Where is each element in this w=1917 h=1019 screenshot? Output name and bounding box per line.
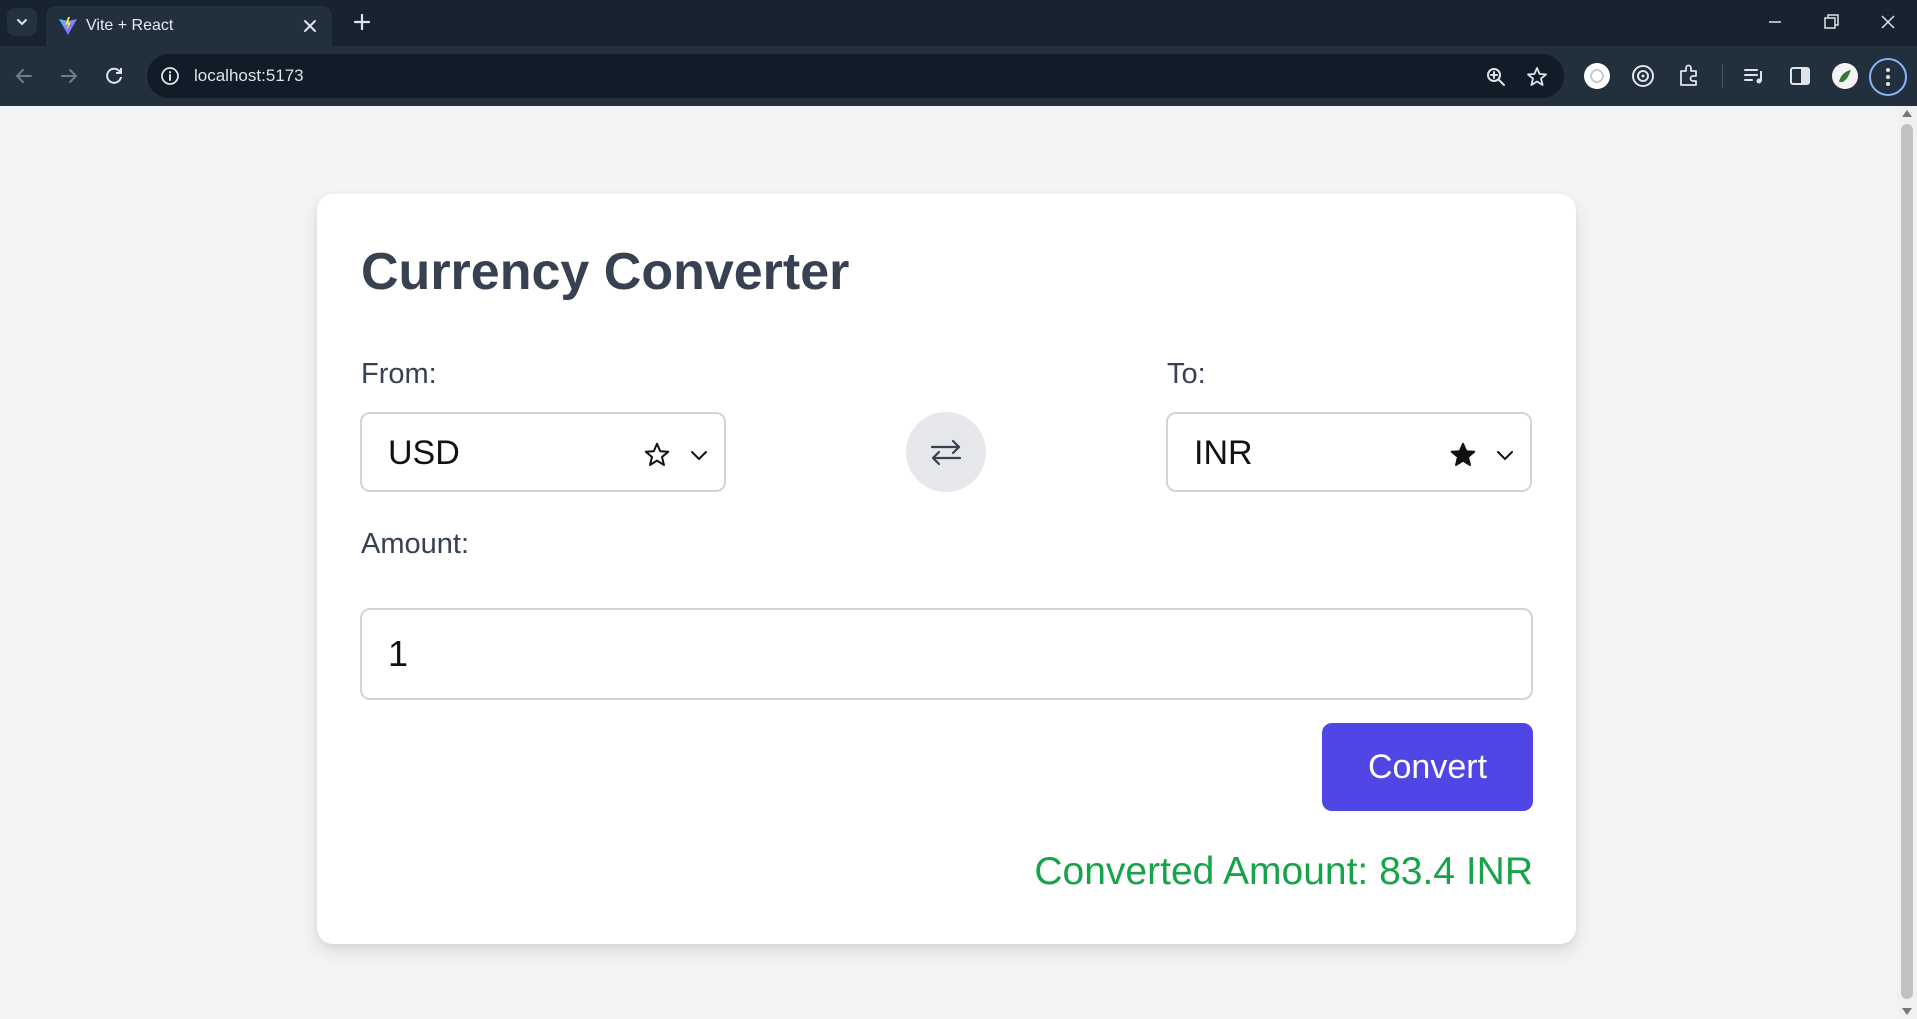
scroll-up-icon[interactable] [1902, 110, 1912, 117]
minimize-icon[interactable] [1763, 10, 1787, 34]
amount-input[interactable] [360, 608, 1533, 700]
page-viewport: Currency Converter From: USD To: INR Amo… [0, 106, 1897, 1019]
extensions-puzzle-icon[interactable] [1675, 62, 1703, 90]
from-currency-select[interactable]: USD [360, 412, 726, 492]
toolbar-divider [1722, 64, 1723, 88]
browser-tab-strip: Vite + React [0, 0, 1917, 46]
more-vertical-icon [1886, 68, 1890, 86]
side-panel-icon[interactable] [1786, 62, 1814, 90]
browser-tab[interactable]: Vite + React [46, 6, 332, 46]
bookmark-star-icon[interactable] [1525, 65, 1549, 89]
arrow-left-icon[interactable] [10, 62, 38, 90]
media-queue-icon[interactable] [1740, 62, 1768, 90]
arrow-right-icon[interactable] [55, 62, 83, 90]
star-filled-icon[interactable] [1448, 440, 1478, 470]
restore-icon[interactable] [1819, 10, 1843, 34]
amount-label: Amount: [361, 528, 469, 560]
browser-toolbar: localhost:5173 [0, 46, 1917, 106]
convert-button[interactable]: Convert [1322, 723, 1533, 811]
tab-search-button[interactable] [7, 8, 37, 36]
chevron-down-icon [691, 451, 707, 461]
swap-arrows-icon [930, 439, 962, 466]
close-icon[interactable] [300, 16, 320, 36]
extension-target-icon[interactable] [1629, 62, 1657, 90]
info-icon[interactable] [157, 63, 183, 89]
page-scrollbar[interactable] [1897, 106, 1917, 1019]
to-label: To: [1167, 358, 1206, 390]
converter-card: Currency Converter From: USD To: INR Amo… [317, 194, 1576, 944]
vite-logo-icon [59, 17, 77, 35]
page-title: Currency Converter [361, 243, 850, 301]
profile-avatar-icon[interactable] [1831, 62, 1859, 90]
browser-menu-button[interactable] [1869, 58, 1907, 96]
scroll-down-icon[interactable] [1902, 1008, 1912, 1015]
extension-chatgpt-icon[interactable] [1583, 62, 1611, 90]
address-bar[interactable]: localhost:5173 [147, 54, 1564, 98]
plus-icon[interactable] [350, 10, 374, 34]
from-currency-value: USD [388, 434, 460, 472]
tab-title: Vite + React [86, 17, 174, 34]
zoom-icon[interactable] [1484, 65, 1508, 89]
url-text: localhost:5173 [194, 66, 304, 85]
reload-icon[interactable] [100, 62, 128, 90]
chevron-down-icon [17, 19, 27, 26]
from-label: From: [361, 358, 437, 390]
converted-amount-text: Converted Amount: 83.4 INR [1034, 850, 1533, 893]
to-currency-value: INR [1194, 434, 1253, 472]
to-currency-select[interactable]: INR [1166, 412, 1532, 492]
chevron-down-icon [1497, 451, 1513, 461]
close-window-icon[interactable] [1876, 10, 1900, 34]
star-outline-icon[interactable] [642, 440, 672, 470]
scroll-thumb[interactable] [1901, 124, 1913, 999]
swap-currencies-button[interactable] [906, 412, 986, 492]
